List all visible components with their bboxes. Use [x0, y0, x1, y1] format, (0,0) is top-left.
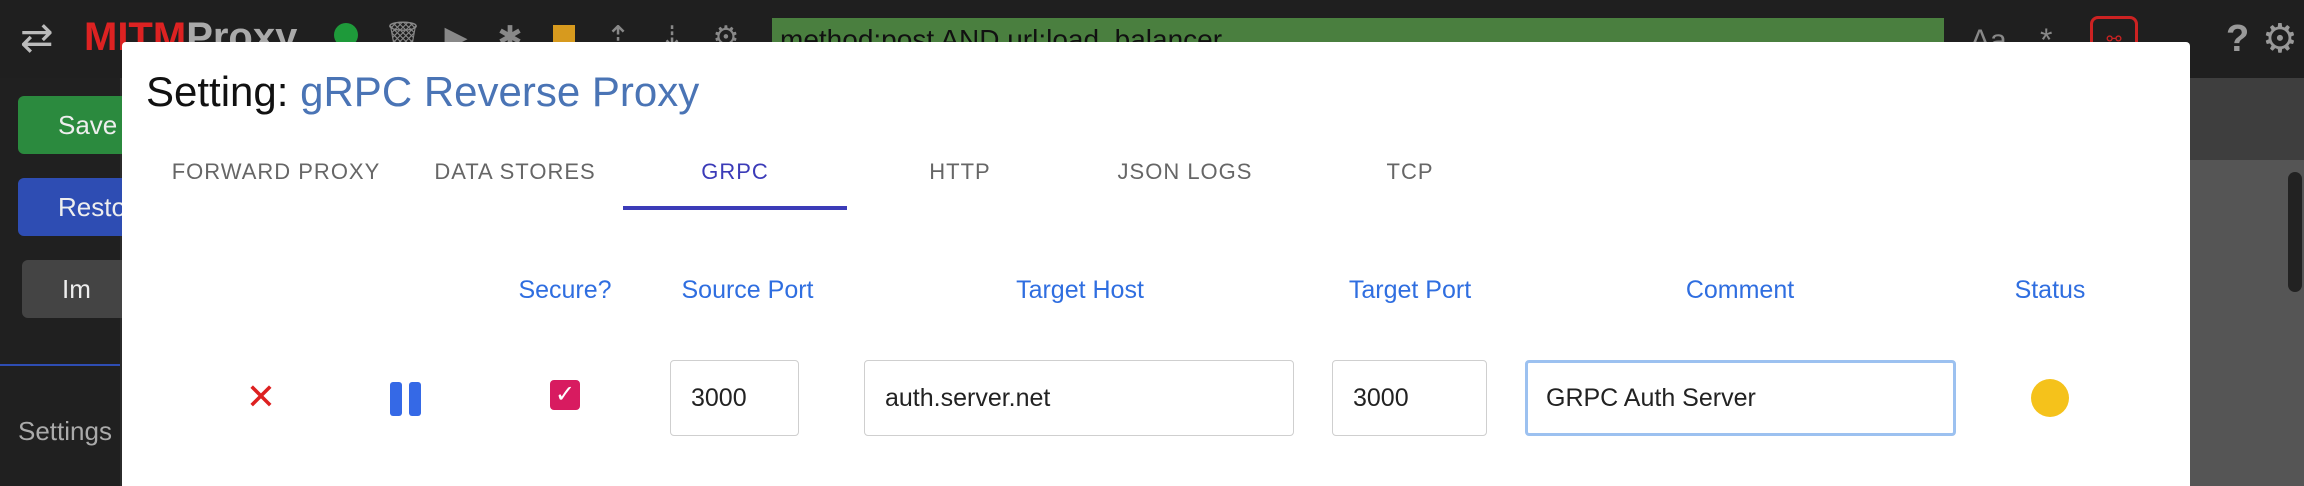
remove-row-icon[interactable]: ✕ [244, 379, 278, 415]
status-indicator [2031, 379, 2069, 417]
tab-json-logs[interactable]: JSON LOGS [1100, 154, 1270, 210]
source-port-input[interactable]: 3000 [670, 360, 799, 436]
help-icon[interactable]: ? [2226, 18, 2249, 61]
dialog-title-name: gRPC Reverse Proxy [300, 68, 700, 115]
tab-data-stores[interactable]: DATA STORES [410, 154, 620, 210]
comment-input[interactable]: GRPC Auth Server [1525, 360, 1956, 436]
vertical-scrollbar[interactable] [2288, 172, 2302, 292]
column-header-comment: Comment [1685, 276, 1795, 304]
column-header-target-host: Target Host [1016, 276, 1144, 304]
column-header-source-port: Source Port [681, 276, 814, 304]
gear-icon[interactable]: ⚙ [2262, 16, 2298, 62]
tab-forward-proxy[interactable]: FORWARD PROXY [166, 154, 386, 210]
restore-button[interactable]: Restore [18, 178, 138, 236]
target-host-input[interactable]: auth.server.net [864, 360, 1294, 436]
tab-grpc[interactable]: GRPC [623, 154, 847, 210]
secure-checkbox[interactable]: ✓ [550, 380, 580, 410]
pause-icon[interactable] [390, 382, 424, 416]
dialog-title-prefix: Setting: [146, 68, 301, 115]
active-tab-indicator [623, 206, 847, 210]
dialog-title: Setting: gRPC Reverse Proxy [146, 64, 699, 120]
tab-http[interactable]: HTTP [880, 154, 1040, 210]
background-panel-header [2190, 78, 2304, 160]
column-header-secure: Secure? [518, 276, 612, 304]
sidebar-divider [0, 364, 120, 366]
target-port-input[interactable]: 3000 [1332, 360, 1487, 436]
sidebar-settings-label: Settings [18, 416, 112, 446]
column-header-status: Status [2014, 276, 2086, 304]
tab-tcp[interactable]: TCP [1330, 154, 1490, 210]
app-logo-icon: ⇄ [20, 16, 54, 60]
column-header-target-port: Target Port [1348, 276, 1472, 304]
save-button[interactable]: Save [18, 96, 138, 154]
